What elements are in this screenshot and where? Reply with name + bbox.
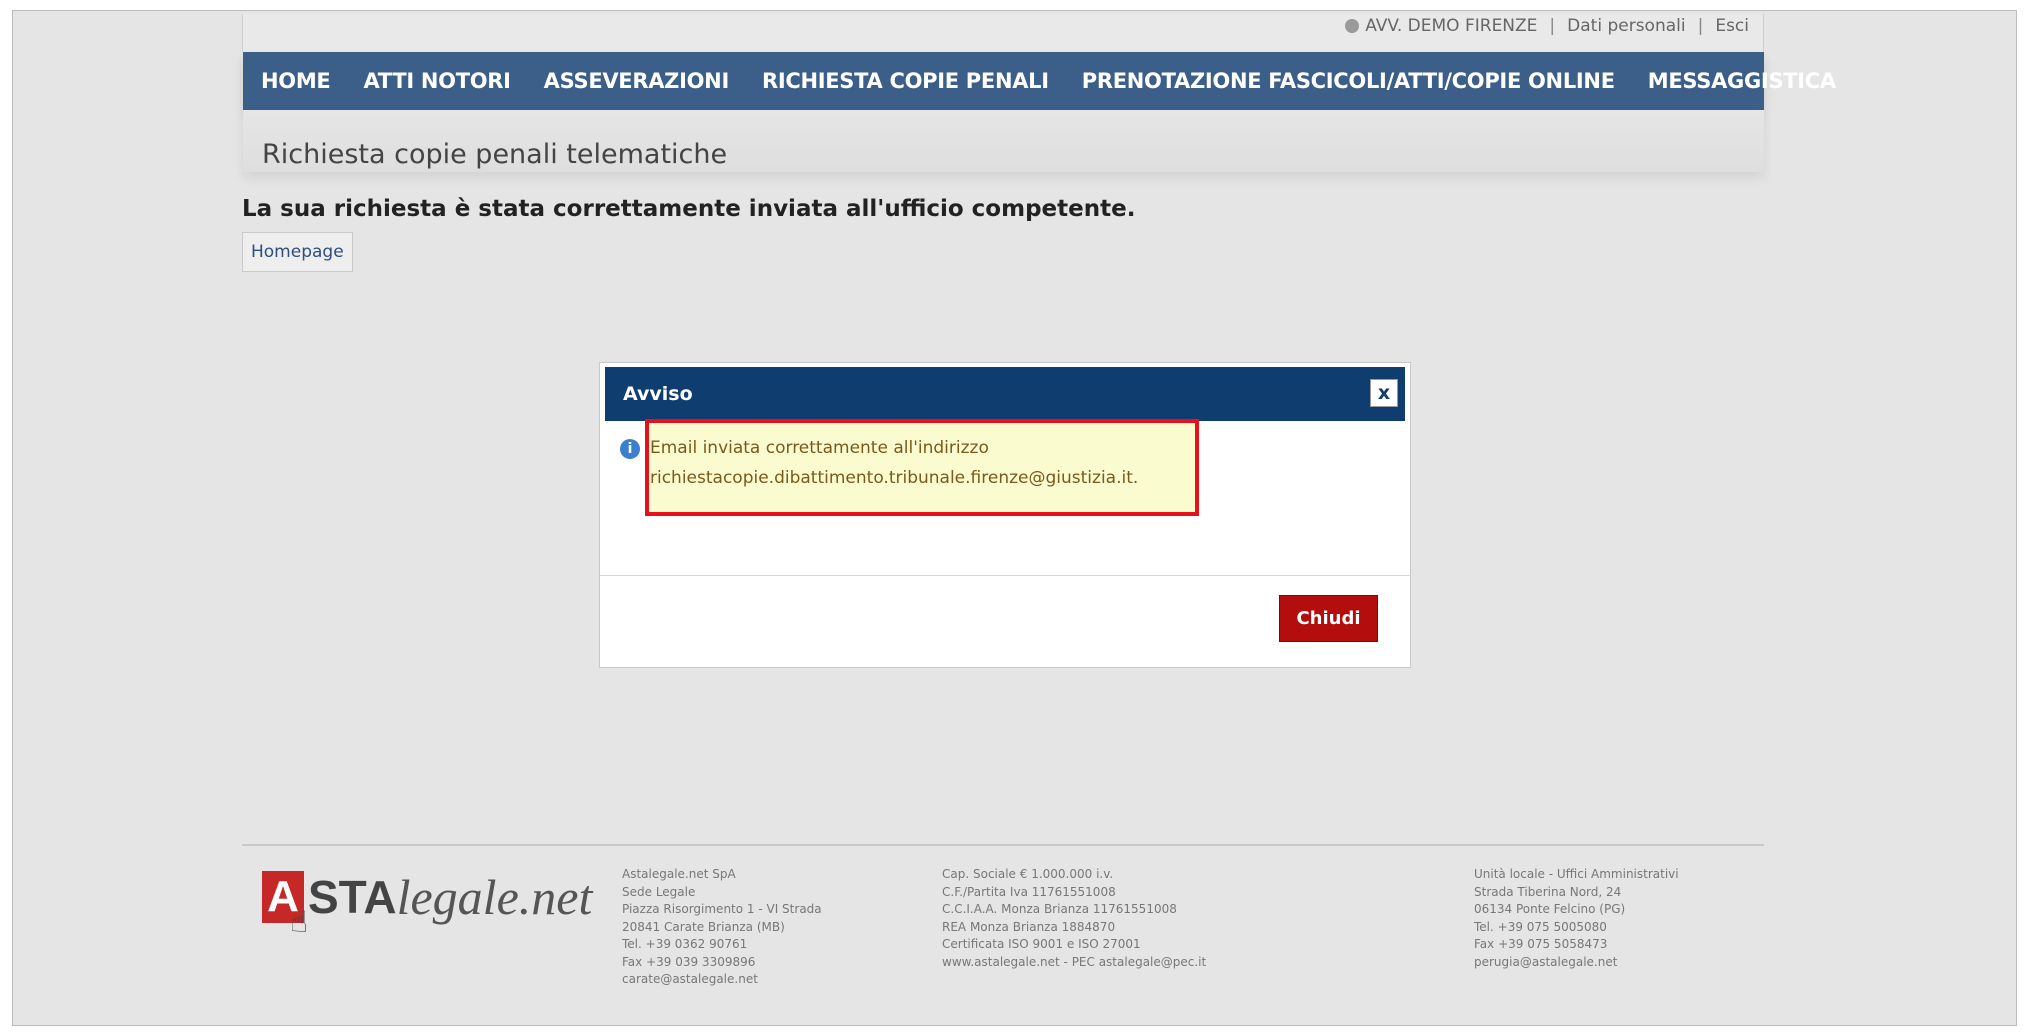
footer-perugia-email-link[interactable]: perugia@astalegale.net	[1474, 954, 1679, 972]
pointer-hand-icon: ☝	[290, 905, 309, 940]
close-icon[interactable]: x	[1370, 379, 1398, 407]
astalegale-logo[interactable]: A STA legale.net	[262, 862, 592, 932]
footer-local-unit-info: Unità locale - Uffici Amministrativi Str…	[1474, 866, 1679, 971]
nav-asseverazioni[interactable]: ASSEVERAZIONI	[544, 69, 730, 93]
success-message: La sua richiesta è stata correttamente i…	[242, 196, 1136, 222]
nav-richiesta-copie-penali[interactable]: RICHIESTA COPIE PENALI	[762, 69, 1049, 93]
footer-website-link[interactable]: www.astalegale.net - PEC astalegale@pec.…	[942, 954, 1206, 972]
logo-text-bold: STA	[308, 871, 397, 923]
top-user-bar: AVV. DEMO FIRENZE | Dati personali | Esc…	[242, 14, 1764, 52]
info-icon: i	[620, 439, 640, 459]
footer-divider	[242, 844, 1764, 846]
footer-company-info: Astalegale.net SpA Sede Legale Piazza Ri…	[622, 866, 822, 989]
nav-prenotazione-fascicoli[interactable]: PRENOTAZIONE FASCICOLI/ATTI/COPIE ONLINE	[1082, 69, 1615, 93]
user-link[interactable]: AVV. DEMO FIRENZE	[1345, 16, 1537, 36]
logo-text-italic: legale.net	[396, 869, 593, 925]
personal-data-link[interactable]: Dati personali	[1567, 16, 1685, 36]
nav-home[interactable]: HOME	[261, 69, 331, 93]
dialog-title: Avviso	[623, 383, 693, 405]
chiudi-button[interactable]: Chiudi	[1279, 595, 1378, 642]
dialog-divider	[600, 575, 1410, 576]
page-title: Richiesta copie penali telematiche	[262, 139, 728, 170]
info-message: Email inviata correttamente all'indirizz…	[650, 438, 1139, 488]
logout-link[interactable]: Esci	[1715, 16, 1749, 36]
nav-messaggistica[interactable]: MESSAGGISTICA	[1648, 69, 1836, 93]
dialog-header: Avviso x	[605, 367, 1405, 421]
homepage-button[interactable]: Homepage	[242, 232, 353, 272]
alert-dialog: Avviso x i Email inviata correttamente a…	[599, 362, 1411, 668]
footer-email-link[interactable]: carate@astalegale.net	[622, 971, 822, 989]
user-icon	[1345, 19, 1360, 33]
main-navbar: HOME ATTI NOTORI ASSEVERAZIONI RICHIESTA…	[243, 52, 1836, 110]
nav-atti-notori[interactable]: ATTI NOTORI	[363, 69, 510, 93]
footer-legal-info: Cap. Sociale € 1.000.000 i.v. C.F./Parti…	[942, 866, 1206, 971]
